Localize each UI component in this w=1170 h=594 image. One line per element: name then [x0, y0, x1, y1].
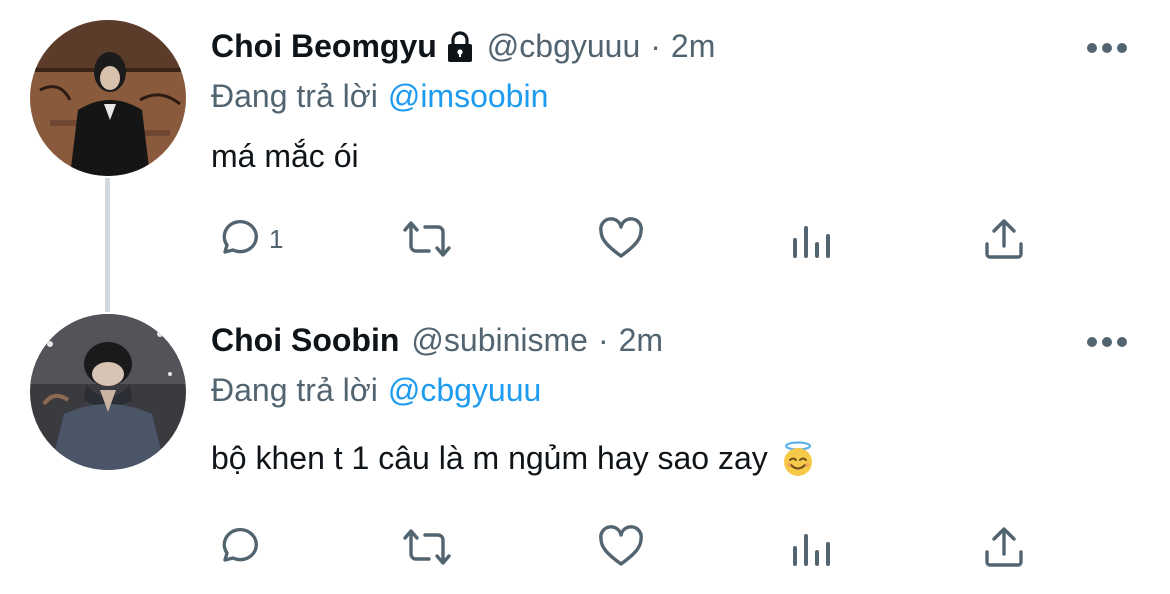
tweet-text: má mắc ói	[211, 138, 359, 175]
reply-button[interactable]	[213, 522, 269, 572]
like-button[interactable]	[597, 522, 645, 572]
replying-to: Đang trả lời @cbgyuuu	[211, 372, 541, 409]
reply-icon	[222, 528, 258, 562]
separator-dot: ·	[650, 28, 661, 64]
reply-button[interactable]: 1	[213, 214, 283, 264]
separator-dot: ·	[597, 322, 609, 358]
retweet-button[interactable]	[399, 522, 455, 572]
timestamp[interactable]: 2m	[619, 322, 663, 359]
stats-icon	[793, 534, 830, 566]
like-button[interactable]	[597, 214, 645, 264]
tweet-header: Choi Beomgyu @cbgyuuu · 2m	[211, 28, 715, 65]
retweet-icon	[403, 221, 451, 257]
tweet[interactable]: Choi Soobin @subinisme · 2m Đang trả lời…	[0, 300, 1170, 594]
replying-to: Đang trả lời @imsoobin	[211, 78, 548, 115]
avatar[interactable]	[30, 20, 186, 176]
share-icon	[985, 219, 1023, 259]
tweet-text-content: bộ khen t 1 câu là m ngủm hay sao zay	[211, 440, 768, 476]
share-icon	[985, 527, 1023, 567]
stats-button[interactable]	[791, 522, 831, 572]
handle[interactable]: @subinisme	[411, 322, 588, 359]
share-button[interactable]	[983, 214, 1025, 264]
stats-button[interactable]	[791, 214, 831, 264]
stats-icon	[793, 226, 830, 258]
tweet-text-content: má mắc ói	[211, 138, 359, 174]
more-icon[interactable]	[1086, 336, 1128, 348]
lock-icon	[445, 30, 475, 64]
display-name[interactable]: Choi Soobin	[211, 322, 399, 359]
display-name[interactable]: Choi Beomgyu	[211, 28, 437, 65]
like-icon	[599, 217, 643, 258]
reply-mention-link[interactable]: @imsoobin	[388, 78, 549, 114]
share-button[interactable]	[983, 522, 1025, 572]
smiling-face-with-halo-icon	[780, 440, 816, 477]
timestamp[interactable]: 2m	[671, 28, 715, 65]
retweet-button[interactable]	[399, 214, 455, 264]
tweet-actions	[213, 522, 1043, 572]
retweet-icon	[403, 529, 451, 565]
tweet[interactable]: Choi Beomgyu @cbgyuuu · 2m Đang trả lời @…	[0, 0, 1170, 312]
tweet-actions: 1	[213, 214, 1043, 264]
reply-mention-link[interactable]: @cbgyuuu	[388, 372, 541, 408]
thread-line	[105, 178, 110, 312]
more-icon[interactable]	[1086, 42, 1128, 54]
replying-to-label: Đang trả lời	[211, 78, 378, 114]
tweet-text: bộ khen t 1 câu là m ngủm hay sao zay	[211, 440, 816, 477]
tweet-header: Choi Soobin @subinisme · 2m	[211, 322, 663, 359]
reply-icon	[222, 220, 258, 254]
avatar[interactable]	[30, 314, 186, 470]
handle[interactable]: @cbgyuuu	[487, 28, 640, 65]
like-icon	[599, 525, 643, 566]
replying-to-label: Đang trả lời	[211, 372, 378, 408]
reply-count: 1	[269, 223, 284, 254]
